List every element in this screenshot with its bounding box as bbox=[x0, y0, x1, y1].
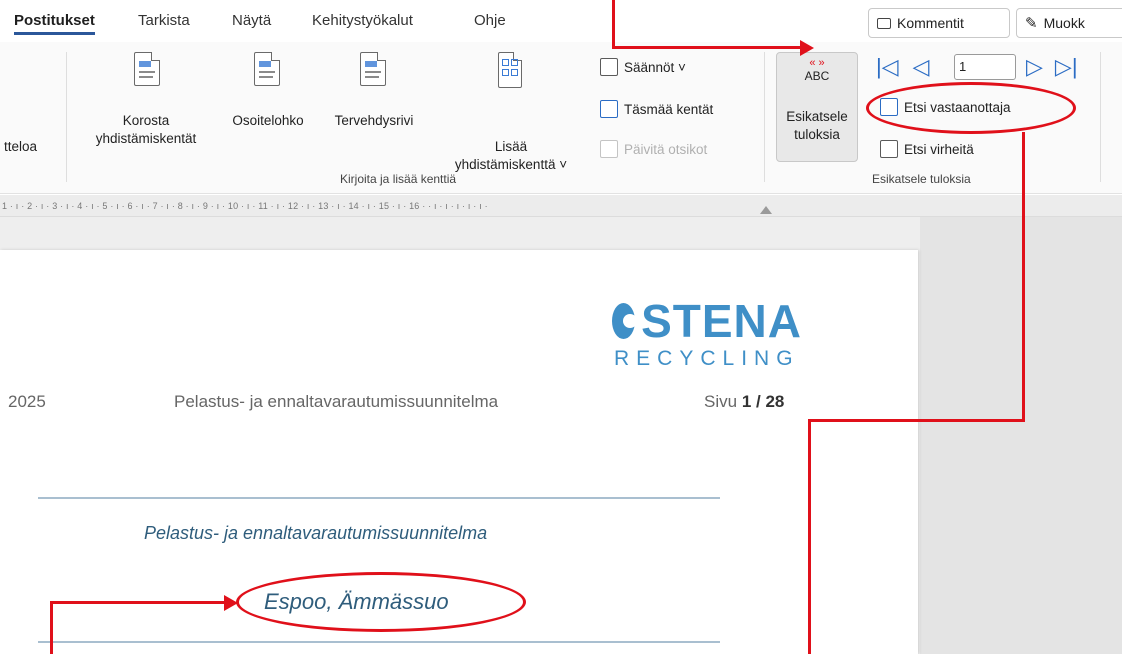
edit-button[interactable]: ✎ Muokk bbox=[1016, 8, 1122, 38]
divider-line bbox=[38, 497, 720, 499]
document-subtitle: Pelastus- ja ennaltavarautumissuunnitelm… bbox=[144, 523, 488, 543]
logo-sub-text: RECYCLING bbox=[614, 347, 800, 370]
annotation-line bbox=[612, 0, 615, 48]
propeller-icon bbox=[612, 303, 638, 339]
header-year: 2025 bbox=[8, 392, 46, 411]
insert-field-icon bbox=[498, 52, 522, 88]
address-block-label: Osoitelohko bbox=[232, 113, 304, 128]
ribbon-tabs: Postitukset Tarkista Näytä Kehitystyökal… bbox=[0, 0, 1122, 42]
first-record-icon[interactable]: |◁ bbox=[876, 54, 899, 80]
preview-label2: tuloksia bbox=[794, 127, 840, 142]
edit-label: Muokk bbox=[1043, 15, 1085, 31]
comments-label: Kommentit bbox=[897, 15, 964, 31]
preview-abc-label: ABC bbox=[804, 69, 830, 83]
page-current: 1 bbox=[741, 392, 752, 411]
divider-line bbox=[38, 641, 720, 643]
highlight-oval bbox=[236, 572, 526, 632]
pencil-icon: ✎ bbox=[1025, 15, 1038, 32]
comment-icon bbox=[877, 17, 891, 29]
arrow-head-icon bbox=[800, 40, 814, 56]
rules-button[interactable]: Säännöt ˅ bbox=[600, 58, 686, 76]
canvas-margin bbox=[920, 217, 1122, 654]
arrow-head-icon bbox=[224, 595, 238, 611]
document-canvas: STENA RECYCLING 2025 Pelastus- ja ennalt… bbox=[0, 217, 1122, 654]
ribbon-separator bbox=[1100, 52, 1101, 182]
tab-help[interactable]: Ohje bbox=[474, 12, 506, 29]
find-errors-button[interactable]: Etsi virheitä bbox=[880, 140, 974, 158]
update-labels-button[interactable]: Päivitä otsikot bbox=[600, 140, 707, 158]
highlight-oval bbox=[866, 82, 1076, 134]
ribbon-separator bbox=[66, 52, 67, 182]
insert-field-label1: Lisää bbox=[494, 139, 528, 154]
update-labels-icon bbox=[600, 140, 618, 158]
update-labels-label: Päivitä otsikot bbox=[624, 141, 708, 157]
insert-field-label2: yhdistämiskenttä ˅ bbox=[454, 157, 568, 172]
annotation-line bbox=[612, 46, 802, 49]
group-label-write-insert: Kirjoita ja lisää kenttiä bbox=[340, 172, 457, 186]
preview-results-button[interactable]: « » ABC Esikatsele tuloksia bbox=[776, 52, 858, 162]
annotation-line bbox=[808, 419, 1025, 422]
find-errors-icon bbox=[880, 140, 898, 158]
annotation-line bbox=[50, 601, 228, 604]
rules-icon bbox=[600, 58, 618, 76]
page-total: / 28 bbox=[756, 392, 785, 411]
chevrons-icon: « » bbox=[809, 57, 825, 69]
ribbon-separator bbox=[764, 52, 765, 182]
highlight-fields-icon bbox=[134, 52, 160, 86]
match-fields-button[interactable]: Täsmää kentät bbox=[600, 100, 713, 118]
annotation-line bbox=[1022, 132, 1025, 422]
comments-button[interactable]: Kommentit bbox=[868, 8, 1010, 38]
tab-view[interactable]: Näytä bbox=[232, 12, 271, 29]
greeting-line-icon bbox=[360, 52, 386, 86]
tab-mailings[interactable]: Postitukset bbox=[14, 12, 95, 35]
record-navigation-right: ▷ ▷| bbox=[1026, 54, 1078, 80]
indent-marker[interactable] bbox=[760, 206, 772, 214]
next-record-icon[interactable]: ▷ bbox=[1026, 54, 1043, 80]
tab-developer[interactable]: Kehitystyökalut bbox=[312, 12, 413, 29]
match-fields-label: Täsmää kentät bbox=[624, 101, 714, 117]
last-record-icon[interactable]: ▷| bbox=[1055, 54, 1078, 80]
highlight-fields-label1: Korosta bbox=[122, 113, 170, 128]
highlight-fields-label2: yhdistämiskentät bbox=[95, 131, 197, 146]
logo-main-text: STENA bbox=[641, 295, 802, 347]
rules-label: Säännöt ˅ bbox=[624, 59, 686, 75]
annotation-line bbox=[808, 419, 811, 654]
record-navigation: |◁ ◁ bbox=[876, 54, 930, 80]
record-number-input[interactable]: 1 bbox=[954, 54, 1016, 80]
header-title: Pelastus- ja ennaltavarautumissuunnitelm… bbox=[174, 392, 499, 411]
previous-record-icon[interactable]: ◁ bbox=[913, 54, 930, 80]
match-fields-icon bbox=[600, 100, 618, 118]
tab-review[interactable]: Tarkista bbox=[138, 12, 190, 29]
find-errors-label: Etsi virheitä bbox=[904, 141, 974, 157]
ruler: 1 · ı · 2 · ı · 3 · ı · 4 · ı · 5 · ı · … bbox=[0, 195, 1122, 217]
preview-label1: Esikatsele bbox=[786, 109, 848, 124]
header-page-number: Sivu 1 / 28 bbox=[704, 392, 784, 412]
page-prefix: Sivu bbox=[704, 392, 738, 411]
group-label-preview: Esikatsele tuloksia bbox=[872, 172, 971, 186]
word-window: Postitukset Tarkista Näytä Kehitystyökal… bbox=[0, 0, 1122, 654]
address-block-icon bbox=[254, 52, 280, 86]
greeting-line-label: Tervehdysrivi bbox=[334, 113, 414, 128]
ribbon-cut-label: tteloa bbox=[4, 139, 38, 154]
stena-logo: STENA RECYCLING bbox=[612, 297, 802, 371]
annotation-line bbox=[50, 601, 53, 654]
